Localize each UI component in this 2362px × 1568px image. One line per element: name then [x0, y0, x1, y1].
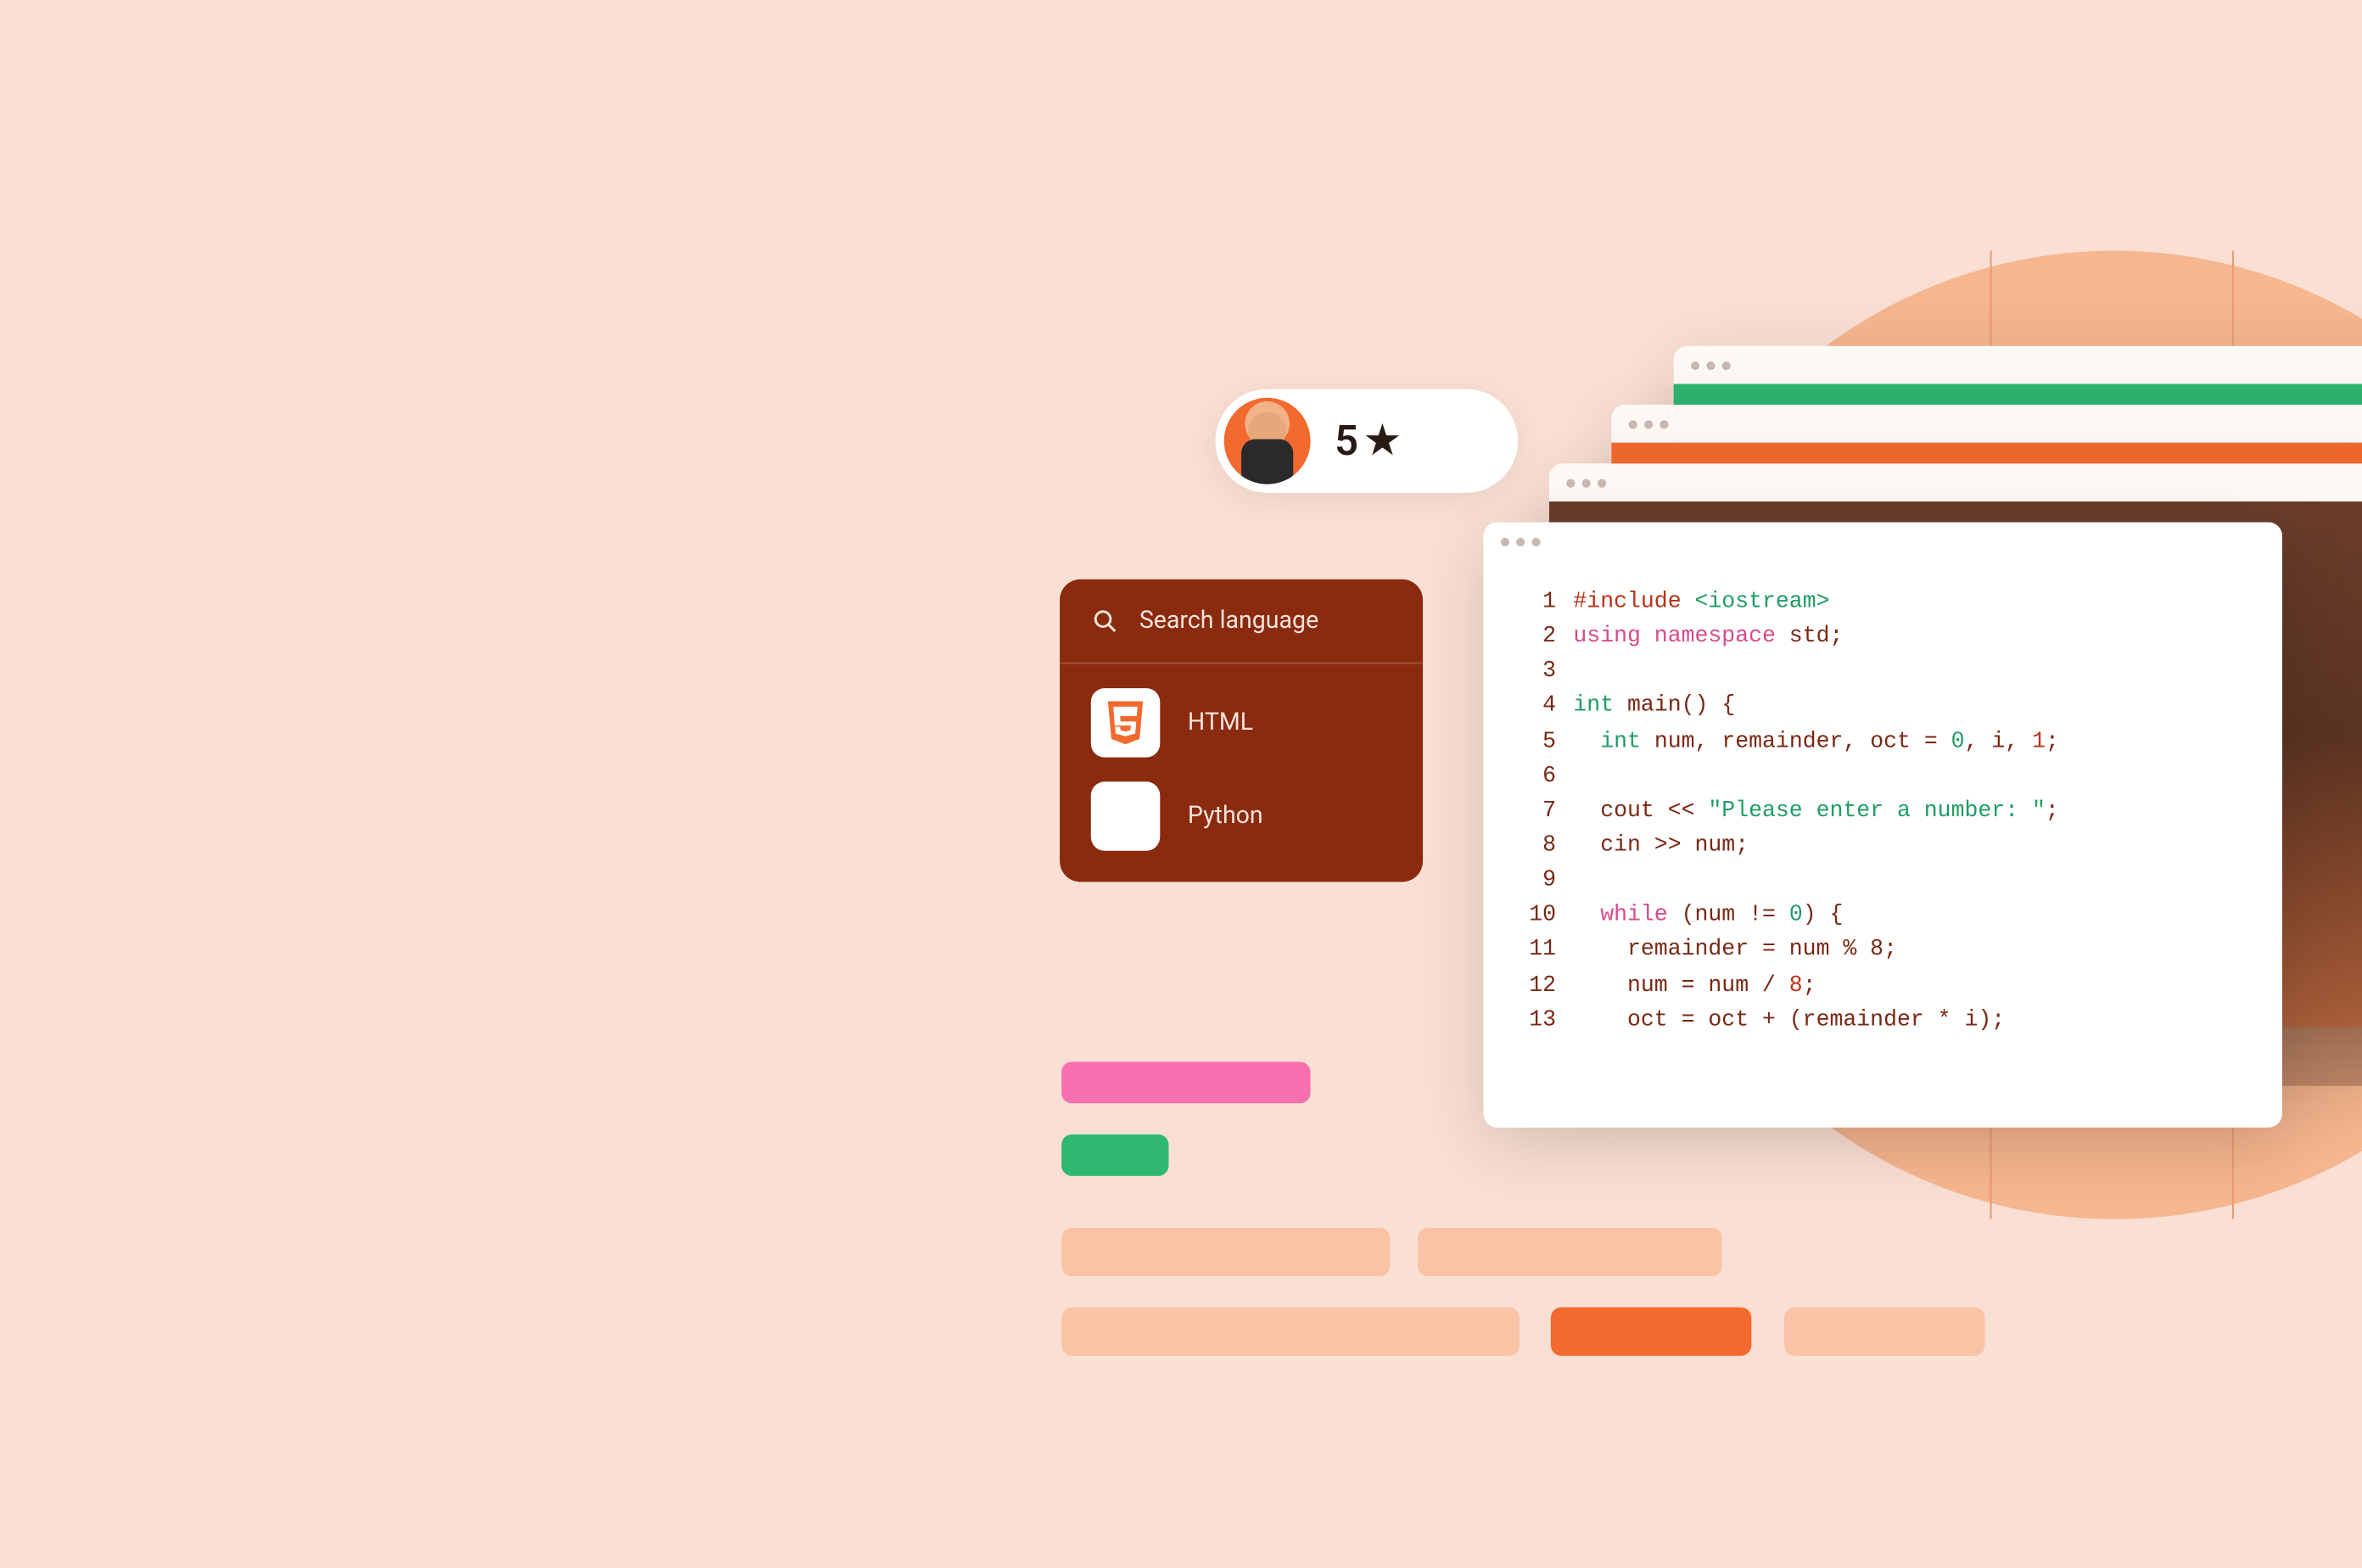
code-line-content: num = num / 8;	[1573, 967, 1816, 1002]
language-item-html[interactable]: HTML	[1060, 664, 1423, 758]
rating-score: 5	[1335, 417, 1358, 465]
code-line-content: #include <iostream>	[1573, 585, 1829, 619]
code-line: 4 int main() {	[1514, 689, 2251, 724]
code-line: 1 #include <iostream>	[1514, 585, 2251, 619]
code-line: 7 cout << "Please enter a number: ";	[1514, 793, 2251, 828]
code-line-content: remainder = num % 8;	[1573, 932, 1897, 967]
star-icon: ★	[1365, 419, 1399, 462]
html5-icon	[1091, 688, 1161, 758]
search-input[interactable]: Search language	[1060, 580, 1423, 664]
language-item-python[interactable]: Python	[1060, 758, 1423, 851]
window-titlebar	[1674, 346, 2362, 384]
window-titlebar	[1483, 522, 2282, 560]
line-number: 3	[1514, 654, 1556, 689]
code-line: 11 remainder = num % 8;	[1514, 932, 2251, 967]
code-line: 13 oct = oct + (remainder * i);	[1514, 1002, 2251, 1037]
code-line: 9	[1514, 863, 2251, 898]
code-line-content: oct = oct + (remainder * i);	[1573, 1002, 2005, 1037]
decorative-bar	[1551, 1308, 1751, 1356]
decorative-bar	[1061, 1061, 1310, 1103]
code-line-content: int main() {	[1573, 689, 1735, 724]
search-placeholder: Search language	[1139, 607, 1318, 635]
line-number: 7	[1514, 793, 1556, 828]
avatar	[1224, 398, 1311, 484]
language-search-panel: Search language HTML Python	[1060, 580, 1423, 882]
code-line-content: cin >> num;	[1573, 828, 1749, 863]
code-line-content: using namespace std;	[1573, 619, 1843, 654]
window-titlebar	[1611, 405, 2362, 443]
language-label: HTML	[1188, 709, 1253, 737]
line-number: 6	[1514, 759, 1556, 793]
line-number: 13	[1514, 1002, 1556, 1037]
code-line-content: cout << "Please enter a number: ";	[1573, 793, 2058, 828]
line-number: 10	[1514, 898, 1556, 932]
code-line: 2 using namespace std;	[1514, 619, 2251, 654]
blank-icon	[1091, 781, 1161, 851]
language-label: Python	[1188, 803, 1263, 831]
code-line: 10 while (num != 0) {	[1514, 898, 2251, 932]
decorative-bar	[1418, 1228, 1722, 1276]
code-line: 5 int num, remainder, oct = 0, i, 1;	[1514, 724, 2251, 759]
code-line-content: int num, remainder, oct = 0, i, 1;	[1573, 724, 2059, 759]
rating-pill: 5 ★	[1216, 389, 1519, 493]
line-number: 9	[1514, 863, 1556, 898]
decorative-bar	[1784, 1308, 1984, 1356]
line-number: 4	[1514, 689, 1556, 724]
window-titlebar	[1549, 463, 2362, 501]
line-number: 2	[1514, 619, 1556, 654]
code-line-content: while (num != 0) {	[1573, 898, 1843, 932]
line-number: 5	[1514, 724, 1556, 759]
line-number: 1	[1514, 585, 1556, 619]
line-number: 11	[1514, 932, 1556, 967]
decorative-bar	[1061, 1134, 1168, 1176]
code-line: 6	[1514, 759, 2251, 793]
line-number: 12	[1514, 967, 1556, 1002]
code-editor-content: 1 #include <iostream> 2 using namespace std…	[1483, 560, 2282, 1061]
line-number: 8	[1514, 828, 1556, 863]
decorative-bar	[1061, 1228, 1390, 1276]
decorative-bar	[1061, 1308, 1520, 1356]
code-line: 12 num = num / 8;	[1514, 967, 2251, 1002]
rating-value: 5 ★	[1335, 417, 1399, 465]
code-editor-window: 1 #include <iostream> 2 using namespace std…	[1483, 522, 2282, 1127]
code-line: 8 cin >> num;	[1514, 828, 2251, 863]
code-line: 3	[1514, 654, 2251, 689]
search-icon	[1091, 607, 1119, 635]
